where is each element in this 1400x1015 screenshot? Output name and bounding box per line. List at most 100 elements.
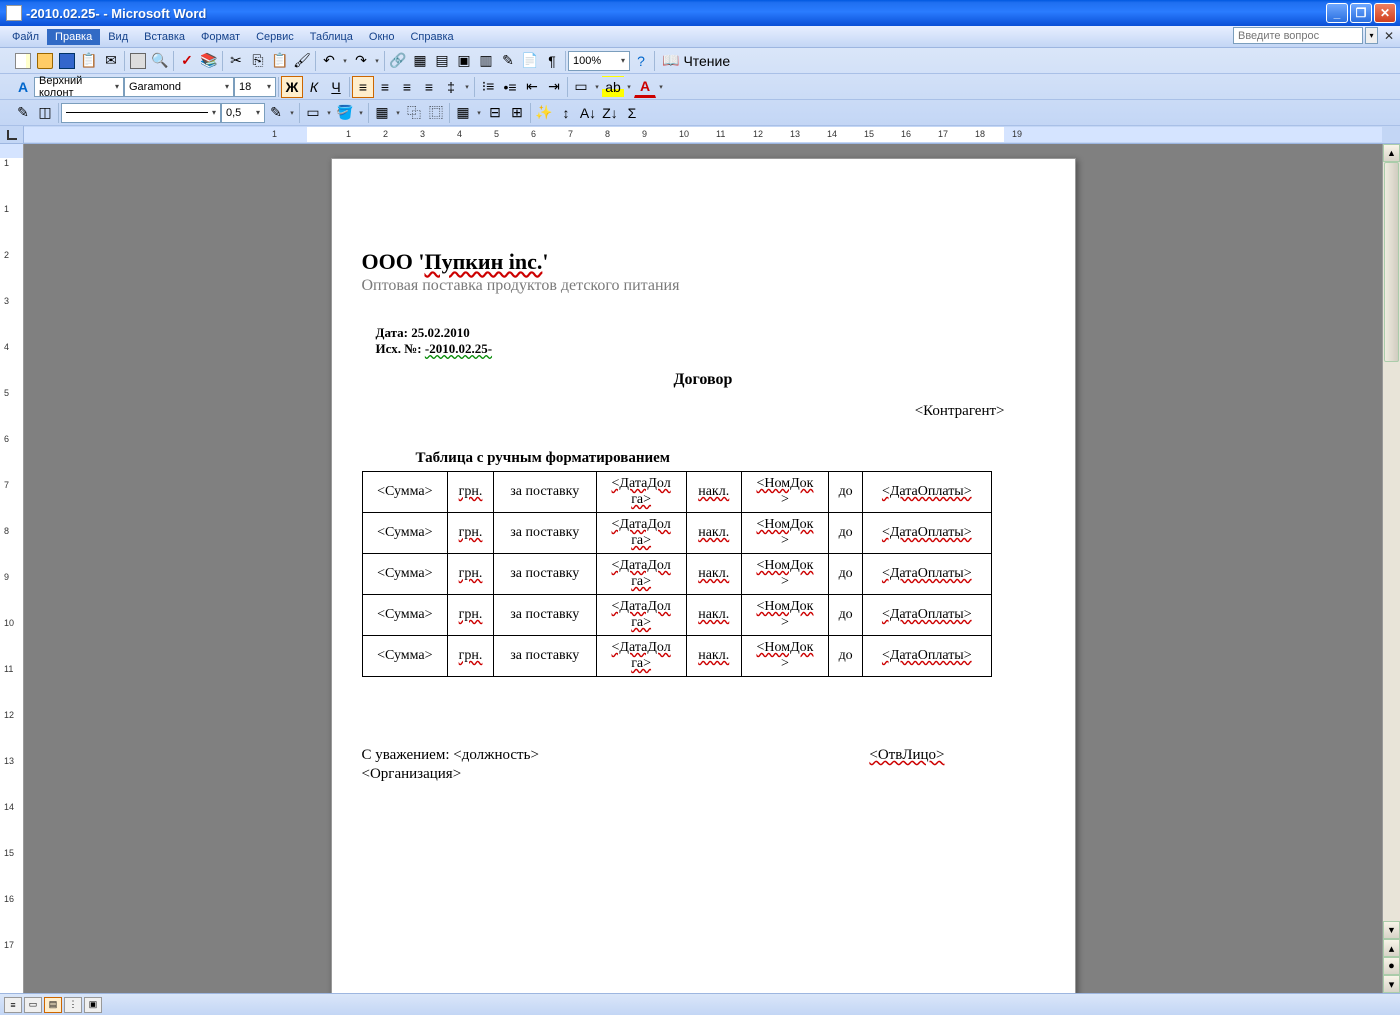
decrease-indent-button[interactable]: ⇤ xyxy=(521,76,543,98)
distribute-cols-button[interactable]: ⊞ xyxy=(506,102,528,124)
highlight-button[interactable]: ab xyxy=(602,76,624,98)
maximize-button[interactable]: ❐ xyxy=(1350,3,1372,23)
horizontal-ruler[interactable]: 112345678910111213141516171819 xyxy=(24,127,1382,142)
table-heading[interactable]: Таблица с ручным форматированием xyxy=(416,450,1045,467)
borders-dropdown[interactable]: ▾ xyxy=(592,83,602,91)
insert-table2-dropdown[interactable]: ▾ xyxy=(393,109,403,117)
style-combo[interactable]: Верхний колонт▾ xyxy=(34,77,124,97)
help-search-dropdown[interactable]: ▾ xyxy=(1365,27,1378,44)
hyperlink-button[interactable]: 🔗 xyxy=(387,50,409,72)
menu-edit[interactable]: Правка xyxy=(47,29,100,45)
menu-file[interactable]: Файл xyxy=(4,29,47,45)
font-size-combo[interactable]: 18▾ xyxy=(234,77,276,97)
borders-button[interactable]: ▭ xyxy=(570,76,592,98)
close-button[interactable]: ✕ xyxy=(1374,3,1396,23)
sort-desc-button[interactable]: Z↓ xyxy=(599,102,621,124)
vertical-scrollbar[interactable]: ▲ ▼ ▴ ● ▾ xyxy=(1382,144,1400,993)
menu-tools[interactable]: Сервис xyxy=(248,29,302,45)
help-button[interactable]: ? xyxy=(630,50,652,72)
redo-dropdown[interactable]: ▾ xyxy=(372,57,382,65)
outside-border-button[interactable]: ▭ xyxy=(302,102,324,124)
company-heading[interactable]: ООО 'Пупкин inc.' xyxy=(362,249,1045,275)
open-button[interactable] xyxy=(34,50,56,72)
signature-row[interactable]: С уважением: <должность> <ОтвЛицо> xyxy=(362,747,1045,764)
shading-color-button[interactable]: 🪣 xyxy=(334,102,356,124)
align-left-button[interactable]: ≡ xyxy=(352,76,374,98)
undo-dropdown[interactable]: ▾ xyxy=(340,57,350,65)
doc-title[interactable]: Договор xyxy=(362,371,1045,389)
menu-format[interactable]: Формат xyxy=(193,29,248,45)
increase-indent-button[interactable]: ⇥ xyxy=(543,76,565,98)
sort-asc-button[interactable]: A↓ xyxy=(577,102,599,124)
line-weight-combo[interactable]: 0,5▾ xyxy=(221,103,265,123)
line-spacing-button[interactable]: ‡ xyxy=(440,76,462,98)
eraser-button[interactable]: ◫ xyxy=(34,102,56,124)
undo-button[interactable]: ↶ xyxy=(318,50,340,72)
doc-ref[interactable]: Исх. №: -2010.02.25- xyxy=(376,341,1045,357)
document-scroll[interactable]: ООО 'Пупкин inc.' Оптовая поставка проду… xyxy=(24,144,1382,993)
menu-view[interactable]: Вид xyxy=(100,29,136,45)
menu-insert[interactable]: Вставка xyxy=(136,29,193,45)
border-color-button[interactable]: ✎ xyxy=(265,102,287,124)
bold-button[interactable]: Ж xyxy=(281,76,303,98)
line-style-combo[interactable]: ▾ xyxy=(61,103,221,123)
print-button[interactable] xyxy=(127,50,149,72)
permissions-button[interactable]: 📋 xyxy=(78,50,100,72)
spellcheck-button[interactable]: ✓ xyxy=(176,50,198,72)
menu-help[interactable]: Справка xyxy=(402,29,461,45)
menu-table[interactable]: Таблица xyxy=(302,29,361,45)
shading-color-dropdown[interactable]: ▾ xyxy=(356,109,366,117)
autoformat-button[interactable]: ✨ xyxy=(533,102,555,124)
autosum-button[interactable]: Σ xyxy=(621,102,643,124)
prev-page-button[interactable]: ▴ xyxy=(1383,939,1400,957)
sign-org[interactable]: <Организация> xyxy=(362,766,1045,783)
toolbar-grip[interactable] xyxy=(4,103,10,123)
toolbar-grip[interactable] xyxy=(4,77,10,97)
vertical-ruler[interactable]: 11234567891011121314151617 xyxy=(0,144,24,993)
print-layout-view-button[interactable]: ▤ xyxy=(44,997,62,1013)
draw-table-button[interactable]: ✎ xyxy=(12,102,34,124)
columns-button[interactable]: ▥ xyxy=(475,50,497,72)
table-row[interactable]: <Сумма>грн.за поставку<ДатаДолга>накл.<Н… xyxy=(362,472,991,513)
split-cells-button[interactable]: ⿴ xyxy=(425,102,447,124)
tables-borders-button[interactable]: ▦ xyxy=(409,50,431,72)
scroll-down-button[interactable]: ▼ xyxy=(1383,921,1400,939)
minimize-button[interactable]: _ xyxy=(1326,3,1348,23)
border-color-dropdown[interactable]: ▾ xyxy=(287,109,297,117)
read-mode-button[interactable]: 📖 Чтение xyxy=(657,50,735,72)
counterparty[interactable]: <Контрагент> xyxy=(362,403,1045,420)
line-spacing-dropdown[interactable]: ▾ xyxy=(462,83,472,91)
company-subtitle[interactable]: Оптовая поставка продуктов детского пита… xyxy=(362,277,1045,295)
tab-selector[interactable] xyxy=(0,126,24,143)
copy-button[interactable]: ⎘ xyxy=(247,50,269,72)
reading-view-button[interactable]: ▣ xyxy=(84,997,102,1013)
outline-view-button[interactable]: ⋮ xyxy=(64,997,82,1013)
merge-cells-button[interactable]: ⿻ xyxy=(403,102,425,124)
table-row[interactable]: <Сумма>грн.за поставку<ДатаДолга>накл.<Н… xyxy=(362,513,991,554)
align-justify-button[interactable]: ≡ xyxy=(418,76,440,98)
scroll-thumb[interactable] xyxy=(1384,162,1399,362)
numbered-list-button[interactable]: ⁝≡ xyxy=(477,76,499,98)
doc-date[interactable]: Дата: 25.02.2010 xyxy=(376,325,1045,341)
insert-table-button[interactable]: ▤ xyxy=(431,50,453,72)
doc-close-button[interactable]: ✕ xyxy=(1382,29,1396,43)
bulleted-list-button[interactable]: •≡ xyxy=(499,76,521,98)
doc-map-button[interactable]: 📄 xyxy=(519,50,541,72)
show-marks-button[interactable]: ¶ xyxy=(541,50,563,72)
drawing-button[interactable]: ✎ xyxy=(497,50,519,72)
toolbar-grip[interactable] xyxy=(4,51,10,71)
outside-border-dropdown[interactable]: ▾ xyxy=(324,109,334,117)
web-view-button[interactable]: ▭ xyxy=(24,997,42,1013)
underline-button[interactable]: Ч xyxy=(325,76,347,98)
styles-pane-button[interactable]: A xyxy=(12,76,34,98)
align-cell-button[interactable]: ▦ xyxy=(452,102,474,124)
mail-button[interactable]: ✉ xyxy=(100,50,122,72)
browse-object-button[interactable]: ● xyxy=(1383,957,1400,975)
research-button[interactable]: 📚 xyxy=(198,50,220,72)
text-direction-button[interactable]: ↕ xyxy=(555,102,577,124)
font-color-button[interactable]: A xyxy=(634,76,656,98)
table-row[interactable]: <Сумма>грн.за поставку<ДатаДолга>накл.<Н… xyxy=(362,554,991,595)
redo-button[interactable]: ↷ xyxy=(350,50,372,72)
cut-button[interactable]: ✂ xyxy=(225,50,247,72)
paste-button[interactable]: 📋 xyxy=(269,50,291,72)
